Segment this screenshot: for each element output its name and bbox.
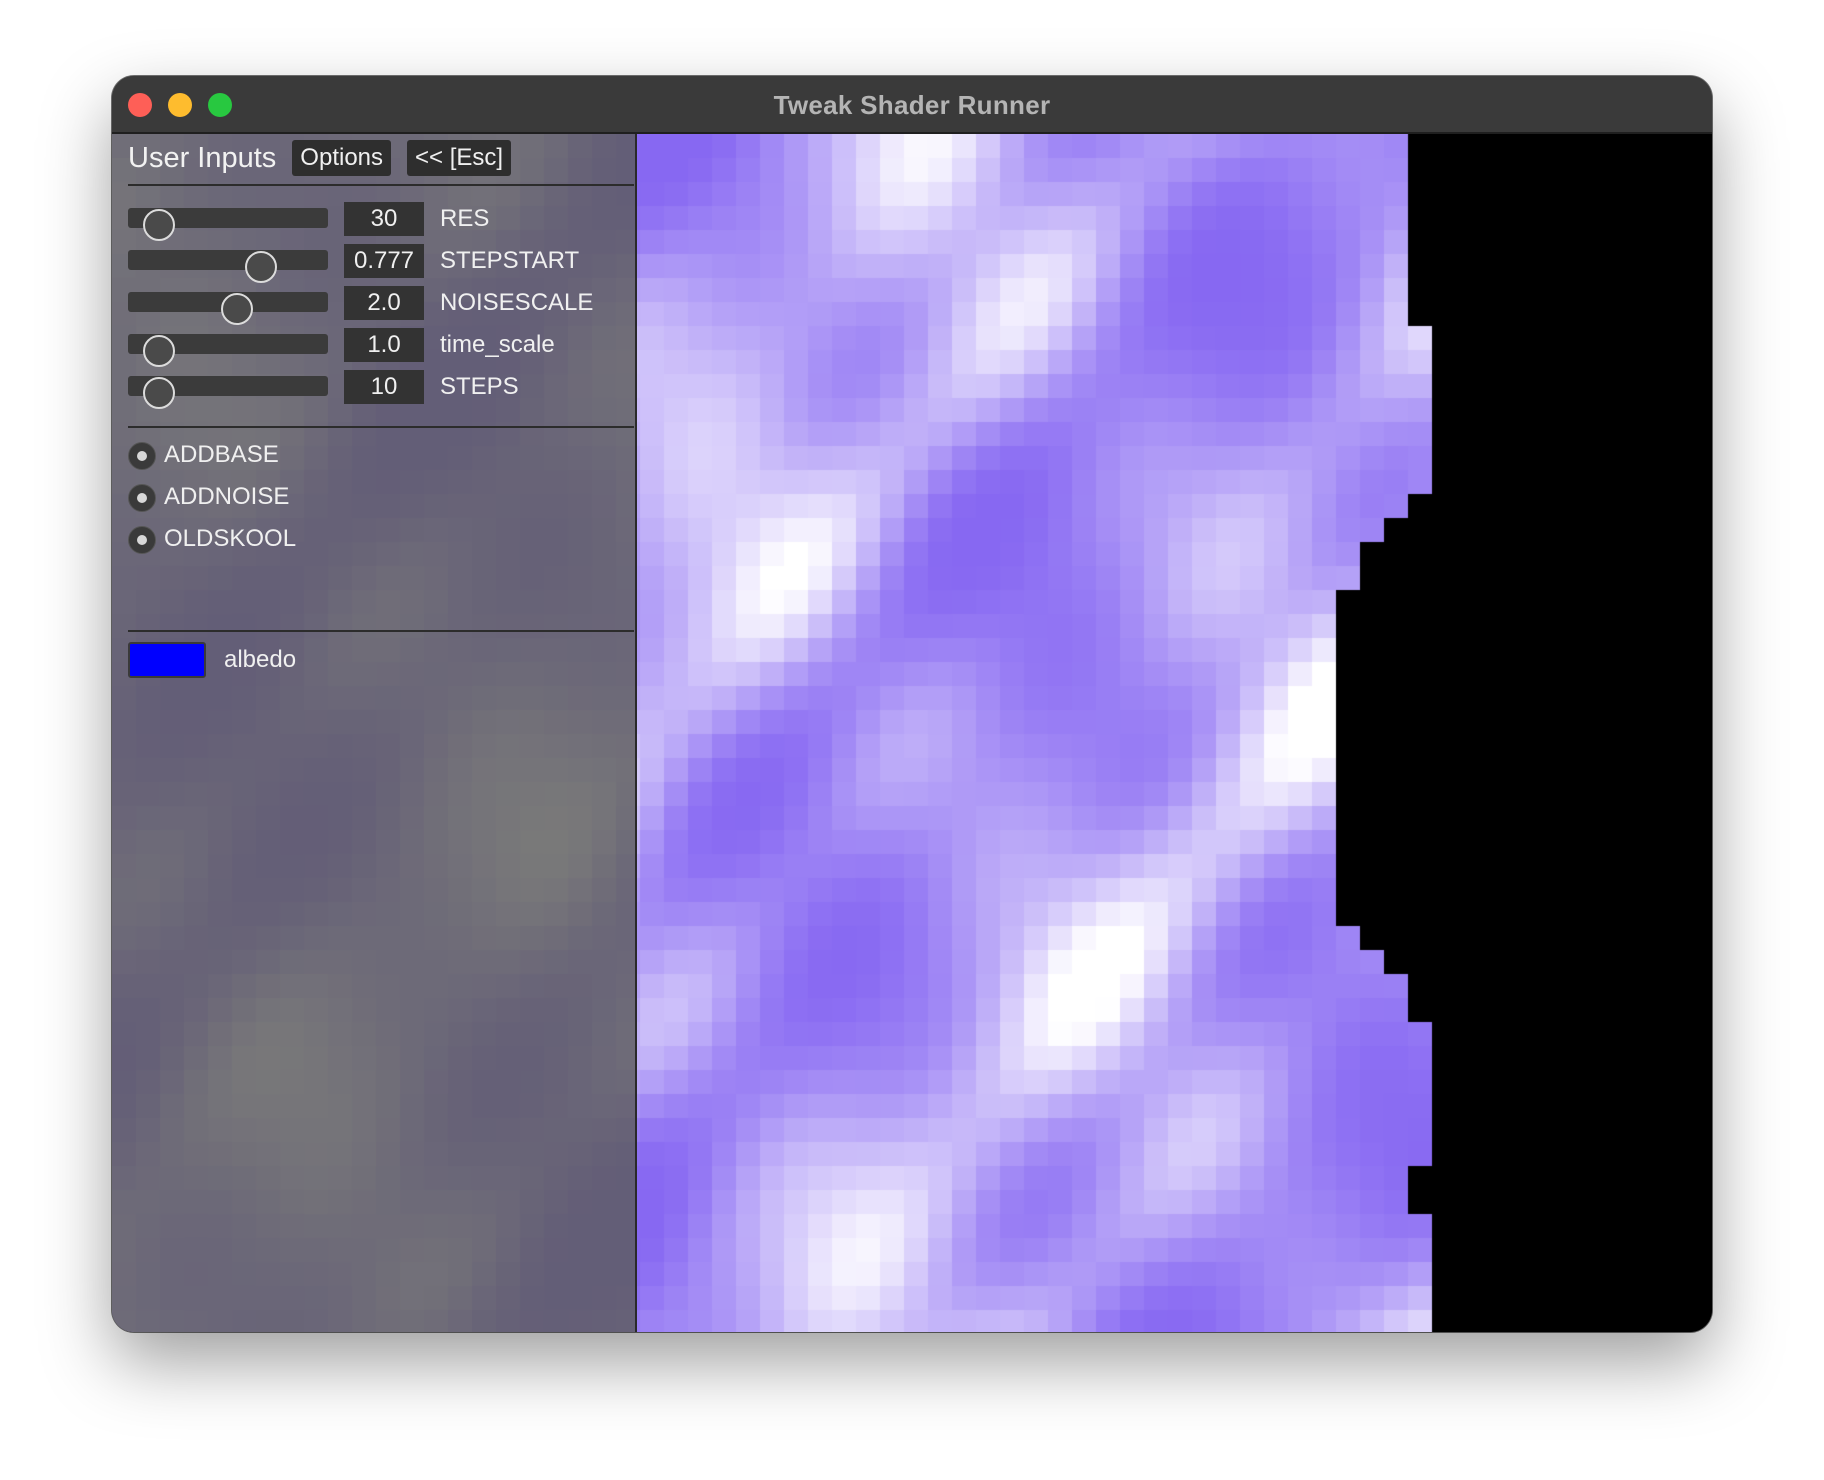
res-slider-handle[interactable] bbox=[143, 209, 175, 241]
stepstart-slider-handle[interactable] bbox=[245, 251, 277, 283]
noisescale-slider[interactable] bbox=[128, 292, 328, 325]
noisescale-value-field[interactable]: 2.0 bbox=[344, 286, 424, 320]
divider bbox=[128, 630, 634, 632]
addnoise-label: ADDNOISE bbox=[164, 483, 290, 510]
steps-slider-handle[interactable] bbox=[143, 377, 175, 409]
radio-dot-icon bbox=[137, 535, 147, 545]
app-window: Tweak Shader Runner User Inputs Options … bbox=[112, 76, 1712, 1332]
title-bar[interactable]: Tweak Shader Runner bbox=[112, 76, 1712, 134]
steps-label: STEPS bbox=[440, 373, 519, 400]
shader-viewport[interactable]: User Inputs Options << [Esc] 30 RES 0.77… bbox=[112, 134, 1712, 1332]
addbase-label: ADDBASE bbox=[164, 441, 279, 468]
addnoise-radio[interactable] bbox=[128, 484, 156, 512]
time-scale-slider-handle[interactable] bbox=[143, 335, 175, 367]
panel-title: User Inputs bbox=[128, 141, 277, 174]
radio-dot-icon bbox=[137, 493, 147, 503]
res-label: RES bbox=[440, 205, 490, 232]
divider bbox=[128, 426, 634, 428]
oldskool-radio[interactable] bbox=[128, 526, 156, 554]
res-value-field[interactable]: 30 bbox=[344, 202, 424, 236]
noisescale-slider-handle[interactable] bbox=[221, 293, 253, 325]
divider bbox=[128, 184, 634, 186]
addbase-radio[interactable] bbox=[128, 442, 156, 470]
albedo-color-swatch[interactable] bbox=[128, 642, 206, 678]
collapse-panel-button[interactable]: << [Esc] bbox=[407, 140, 512, 176]
oldskool-label: OLDSKOOL bbox=[164, 525, 297, 552]
time-scale-value-field[interactable]: 1.0 bbox=[344, 328, 424, 362]
stepstart-label: STEPSTART bbox=[440, 247, 580, 274]
albedo-label: albedo bbox=[224, 646, 297, 673]
stepstart-slider[interactable] bbox=[128, 250, 328, 283]
steps-value-field[interactable]: 10 bbox=[344, 370, 424, 404]
res-slider[interactable] bbox=[128, 208, 328, 241]
stepstart-value-field[interactable]: 0.777 bbox=[344, 244, 424, 278]
options-button[interactable]: Options bbox=[292, 140, 392, 176]
time-scale-slider[interactable] bbox=[128, 334, 328, 367]
steps-slider[interactable] bbox=[128, 376, 328, 409]
noisescale-label: NOISESCALE bbox=[440, 289, 594, 316]
time-scale-label: time_scale bbox=[440, 331, 555, 358]
user-inputs-panel: User Inputs Options << [Esc] 30 RES 0.77… bbox=[112, 134, 637, 1332]
radio-dot-icon bbox=[137, 451, 147, 461]
window-title: Tweak Shader Runner bbox=[773, 90, 1051, 120]
panel-header: User Inputs Options << [Esc] bbox=[128, 138, 527, 178]
